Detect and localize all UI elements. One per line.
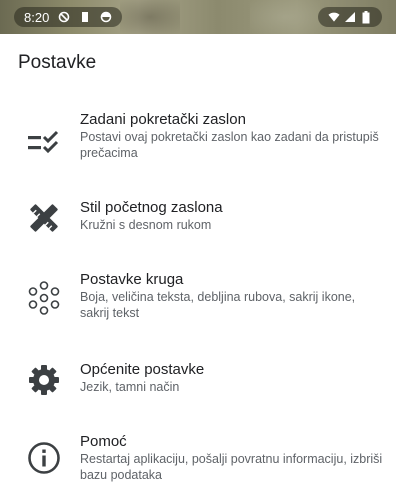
item-title: Općenite postavke bbox=[80, 361, 205, 378]
gear-icon bbox=[26, 362, 62, 398]
item-title: Postavke kruga bbox=[80, 271, 184, 288]
sd-card-icon bbox=[79, 11, 91, 23]
settings-item-general[interactable]: Općenite postavke Jezik, tamni način bbox=[0, 360, 396, 404]
item-subtitle: Kružni s desnom rukom bbox=[80, 218, 212, 232]
dnd-icon bbox=[58, 11, 70, 23]
settings-item-home-style[interactable]: Stil početnog zaslona Kružni s desnom ru… bbox=[0, 198, 396, 242]
item-title: Pomoć bbox=[80, 433, 127, 450]
settings-item-default-launcher[interactable]: Zadani pokretački zaslon Postavi ovaj po… bbox=[0, 110, 396, 170]
item-subtitle: Postavi ovaj pokretački zaslon kao zadan… bbox=[80, 130, 379, 160]
wifi-icon bbox=[328, 11, 340, 23]
item-subtitle: Restartaj aplikaciju, pošalji povratnu i… bbox=[80, 452, 383, 482]
signal-icon bbox=[344, 11, 356, 23]
info-icon bbox=[26, 440, 62, 476]
circle-icon bbox=[100, 11, 112, 23]
item-title: Zadani pokretački zaslon bbox=[80, 111, 246, 128]
item-subtitle: Boja, veličina teksta, debljina rubova, … bbox=[80, 290, 356, 320]
page-title: Postavke bbox=[18, 52, 97, 73]
status-right-group bbox=[318, 7, 382, 27]
design-tools-icon bbox=[26, 200, 62, 236]
item-title: Stil početnog zaslona bbox=[80, 199, 223, 216]
settings-item-circle[interactable]: Postavke kruga Boja, veličina teksta, de… bbox=[0, 270, 396, 330]
settings-item-help[interactable]: Pomoć Restartaj aplikaciju, pošalji povr… bbox=[0, 432, 396, 483]
item-subtitle: Jezik, tamni način bbox=[80, 380, 180, 394]
circle-dots-icon bbox=[26, 280, 62, 316]
status-bar: 8:20 bbox=[0, 0, 396, 34]
checklist-icon bbox=[26, 124, 62, 160]
status-left-group: 8:20 bbox=[14, 7, 123, 27]
status-time: 8:20 bbox=[24, 9, 50, 25]
battery-icon bbox=[360, 10, 372, 23]
